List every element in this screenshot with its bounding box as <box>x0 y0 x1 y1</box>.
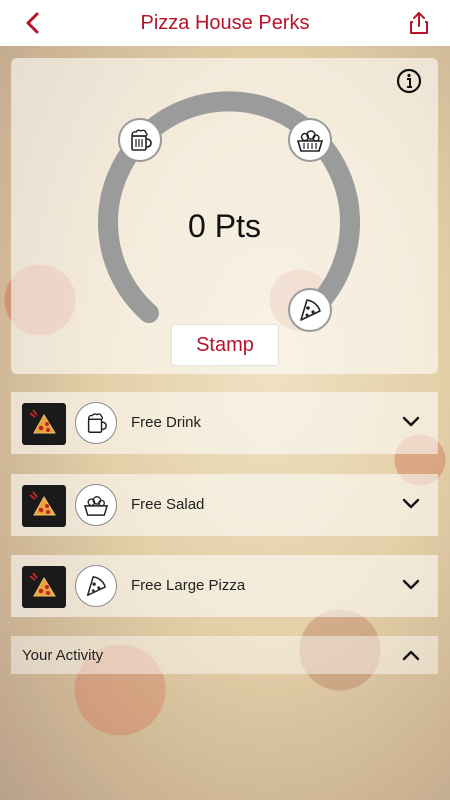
salad-basket-icon <box>296 130 324 152</box>
beer-mug-icon <box>87 413 107 433</box>
reward-label: Free Salad <box>131 496 205 513</box>
chevron-up-icon[interactable] <box>402 649 420 661</box>
salad-basket-icon <box>83 496 109 516</box>
reward-row-free-drink[interactable]: Free Drink <box>11 392 438 454</box>
activity-label: Your Activity <box>22 647 104 664</box>
back-icon[interactable] <box>22 11 46 35</box>
reward-row-free-salad[interactable]: Free Salad <box>11 474 438 536</box>
pizza-house-logo <box>22 485 66 527</box>
points-display: 0 Pts <box>188 208 261 244</box>
reward-icon <box>75 484 117 526</box>
app-header: Pizza House Perks <box>0 0 450 46</box>
reward-label: Free Drink <box>131 414 202 431</box>
your-activity-section[interactable]: Your Activity <box>11 636 438 674</box>
pizza-house-logo <box>22 566 66 608</box>
share-icon[interactable] <box>408 11 430 35</box>
chevron-down-icon[interactable] <box>402 416 420 428</box>
beer-mug-icon <box>131 129 152 151</box>
pizza-slice-icon <box>86 576 106 596</box>
loyalty-card: 0 Pts Stamp <box>11 58 438 374</box>
reward-icon <box>75 565 117 607</box>
page-title: Pizza House Perks <box>140 11 310 34</box>
reward-label: Free Large Pizza <box>131 577 246 594</box>
info-icon[interactable] <box>396 68 422 94</box>
stamp-button[interactable]: Stamp <box>171 324 279 366</box>
chevron-down-icon[interactable] <box>402 498 420 510</box>
reward-row-free-large-pizza[interactable]: Free Large Pizza <box>11 555 438 617</box>
pizza-house-logo <box>22 403 66 445</box>
pizza-slice-icon <box>300 299 321 321</box>
milestone-pizza <box>288 288 332 332</box>
chevron-down-icon[interactable] <box>402 579 420 591</box>
milestone-salad <box>288 118 332 162</box>
milestone-drink <box>118 118 162 162</box>
reward-icon <box>75 402 117 444</box>
